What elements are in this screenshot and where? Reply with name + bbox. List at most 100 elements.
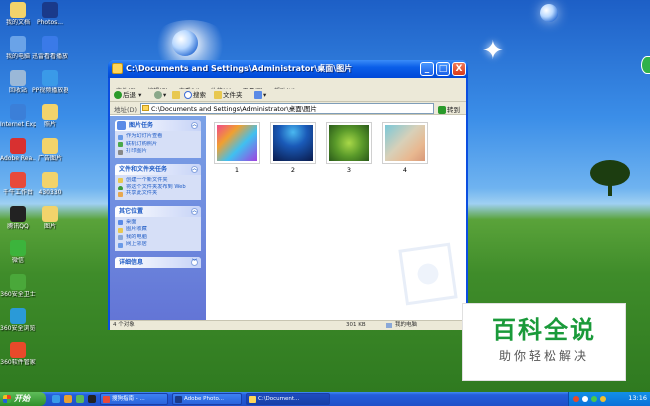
collapse-chevron-icon[interactable]: ︿ — [191, 122, 198, 129]
tray-volume-icon[interactable] — [582, 396, 588, 402]
desktop-icon-label: 图片 — [43, 223, 56, 230]
place-my-pictures[interactable]: 图片收藏 — [118, 226, 198, 234]
watermark-logo: 百科全说 助你轻松解决 — [462, 303, 626, 381]
desktop-icon[interactable]: 迅雷看看播放器 — [32, 36, 68, 60]
desktop-icon[interactable]: 360安全浏览器 — [0, 308, 36, 332]
search-button[interactable]: 搜索 — [184, 90, 206, 101]
desktop-icon-label: 我的电脑 — [5, 53, 30, 60]
forward-button[interactable]: ▾ — [154, 90, 166, 101]
close-button[interactable]: X — [452, 62, 466, 76]
desktop-icon[interactable]: Adobe Rea... — [0, 138, 36, 162]
panel-header[interactable]: 图片任务 ︿ — [115, 120, 201, 131]
thumbnail-2[interactable] — [270, 122, 316, 164]
minimize-button[interactable]: _ — [420, 62, 434, 76]
panel-header[interactable]: 详细信息 ﹀ — [115, 256, 201, 268]
desktop-icon[interactable]: 360安全卫士 — [0, 274, 36, 298]
task-order-prints[interactable]: 联机订购照片 — [118, 141, 198, 149]
go-arrow-icon — [438, 106, 446, 114]
desktop-icon-label: 千牛工作台 — [2, 189, 33, 196]
desktop-icon[interactable]: PP视频播放器 — [32, 70, 68, 94]
desktop-icon[interactable]: 腾讯QQ — [0, 206, 36, 230]
address-input[interactable]: C:\Documents and Settings\Administrator\… — [140, 103, 434, 114]
desktop-shortcut-icon — [42, 206, 58, 222]
panel-other-places: 其它位置 ︿ 桌面 图片收藏 我的电脑 网上邻居 — [115, 205, 201, 251]
start-button[interactable]: 开始 — [0, 392, 46, 406]
thumbnail-4[interactable] — [382, 122, 428, 164]
window-titlebar[interactable]: C:\Documents and Settings\Administrator\… — [108, 60, 468, 78]
my-computer-icon — [118, 235, 123, 240]
task-new-folder[interactable]: 创建一个新文件夹 — [118, 177, 198, 185]
task-print-pictures[interactable]: 打印图片 — [118, 148, 198, 156]
desktop-icon-label: 我的文档 — [5, 19, 30, 26]
up-folder-icon — [172, 91, 180, 99]
task-sogou-guide[interactable]: 搜狗指南 - ... — [100, 393, 168, 405]
desktop-icon[interactable]: 我的电脑 — [0, 36, 36, 60]
desktop-icon[interactable]: 360软件管家 — [0, 342, 36, 366]
system-tray: 13:16 — [568, 392, 650, 406]
thumbnail-3[interactable] — [326, 122, 372, 164]
collapse-chevron-icon[interactable]: ︿ — [191, 207, 198, 215]
quicklaunch-ie-icon[interactable] — [52, 395, 60, 403]
desktop-icon[interactable]: Photos... — [32, 2, 68, 26]
wallpaper-planet — [172, 30, 198, 56]
views-button[interactable]: ▾ — [254, 90, 266, 101]
panel-file-folder-tasks: 文件和文件夹任务 ︿ 创建一个新文件夹 将这个文件夹发布到 Web 共享此文件夹 — [115, 163, 201, 200]
tray-ime-icon[interactable] — [573, 396, 579, 402]
place-network[interactable]: 网上邻居 — [118, 241, 198, 249]
thumbnail-label: 1 — [234, 166, 240, 174]
desktop-icon-label: Internet Explorer — [0, 121, 36, 128]
tray-network-icon[interactable] — [591, 396, 597, 402]
quicklaunch-qq-icon[interactable] — [88, 395, 96, 403]
desktop-icon[interactable]: 回收站 — [0, 70, 36, 94]
desktop-shortcut-icon — [42, 104, 58, 120]
place-my-computer[interactable]: 我的电脑 — [118, 234, 198, 242]
task-photoshop[interactable]: Adobe Photo... — [172, 393, 242, 405]
network-icon — [118, 242, 123, 248]
thumbnail-1[interactable] — [214, 122, 260, 164]
thumbnail-image — [385, 125, 425, 161]
desktop-icon-label: 腾讯QQ — [7, 223, 29, 230]
thumbnail-label: 3 — [346, 166, 352, 174]
desktop-icon[interactable]: 我的文档 — [0, 2, 36, 26]
floating-assistant-button[interactable] — [641, 56, 650, 74]
desktop-shortcut-icon — [10, 240, 26, 256]
desktop-icon[interactable]: 千牛工作台 — [0, 172, 36, 196]
share-folder-icon — [118, 191, 123, 197]
quicklaunch-media-icon[interactable] — [64, 395, 72, 403]
desktop-icon-label: 照片 — [43, 121, 56, 128]
desktop-icon[interactable]: 430330 — [32, 172, 68, 196]
go-button[interactable]: 转到 — [438, 104, 460, 114]
desktop-icon-label: Photos... — [37, 19, 63, 26]
desktop-icon[interactable]: 广告图片 — [32, 138, 68, 162]
maximize-button[interactable]: □ — [436, 62, 450, 76]
desktop-shortcut-icon — [10, 138, 26, 154]
desktop-shortcut-icon — [42, 36, 58, 52]
desktop-shortcut-icon — [42, 138, 58, 154]
desktop-icon[interactable]: 照片 — [32, 104, 68, 128]
collapse-chevron-icon[interactable]: ︿ — [191, 165, 198, 173]
watermark-title: 百科全说 — [492, 316, 596, 344]
up-folder-button[interactable] — [172, 90, 181, 101]
back-button[interactable]: 后退 ▾ — [114, 90, 141, 101]
task-slideshow[interactable]: 作为幻灯片查看 — [118, 133, 198, 141]
desktop-icon[interactable]: 图片 — [32, 206, 68, 230]
desktop-icon[interactable]: 微信 — [0, 240, 36, 264]
desktop-icon-label: PP视频播放器 — [32, 87, 68, 94]
expand-chevron-icon[interactable]: ﹀ — [191, 258, 198, 266]
my-pictures-icon — [118, 227, 123, 233]
thumbnail-image — [217, 125, 257, 161]
wallpaper-tree-trunk — [608, 182, 612, 196]
panel-header[interactable]: 其它位置 ︿ — [115, 205, 201, 217]
task-share-folder[interactable]: 共享此文件夹 — [118, 190, 198, 198]
quicklaunch-desktop-icon[interactable] — [76, 395, 84, 403]
place-desktop[interactable]: 桌面 — [118, 219, 198, 227]
task-explorer[interactable]: C:\Document... — [246, 393, 330, 405]
explorer-window: C:\Documents and Settings\Administrator\… — [108, 60, 468, 330]
my-computer-icon — [386, 323, 392, 328]
wallpaper-star: ✦ — [482, 36, 504, 66]
panel-header[interactable]: 文件和文件夹任务 ︿ — [115, 163, 201, 175]
desktop-icon[interactable]: Internet Explorer — [0, 104, 36, 128]
desktop-shortcut-icon — [10, 70, 26, 86]
tray-security-icon[interactable] — [600, 396, 606, 402]
folders-button[interactable]: 文件夹 — [214, 90, 243, 101]
